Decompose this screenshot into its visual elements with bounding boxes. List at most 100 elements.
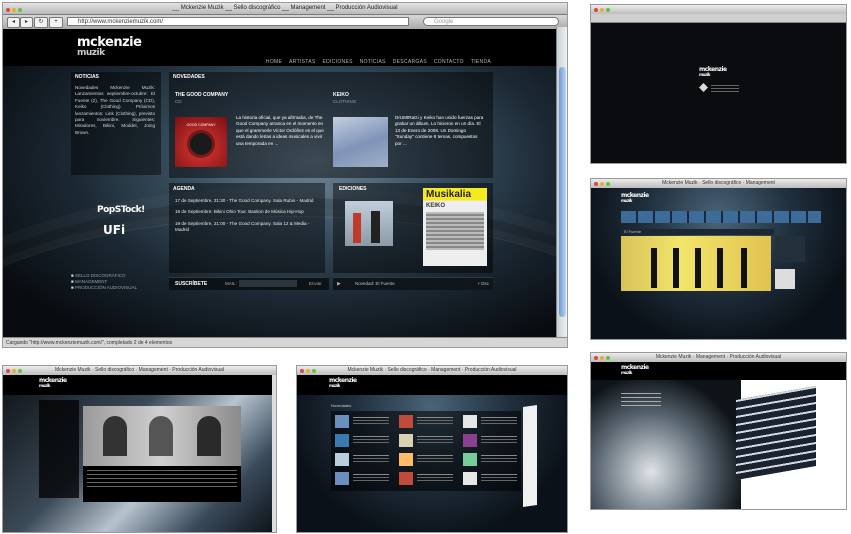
vinyl-disc-icon: [190, 133, 212, 155]
nav-item-home[interactable]: HOME: [266, 59, 282, 65]
zoom-icon[interactable]: [18, 8, 22, 12]
subscribe-label: SUSCRÍBETE: [175, 281, 208, 287]
scrollbar[interactable]: [556, 27, 567, 338]
thumb-player-window[interactable]: Mckenzie Muzik · Sello discográfico · Ma…: [590, 178, 847, 340]
minimize-icon[interactable]: [12, 8, 16, 12]
release-thumb[interactable]: [335, 415, 389, 428]
side-link-label: MANAGEMENT: [74, 279, 108, 284]
nav-item-artistas[interactable]: ARTISTAS: [289, 59, 315, 65]
figure-1: [353, 213, 361, 243]
thumb-bw-photo[interactable]: [83, 406, 241, 466]
thumb-intro-window[interactable]: mckenzie muzik: [590, 4, 847, 164]
player-label: Novedad: El Fuente: [355, 281, 395, 286]
cover-2-sub: KEIKO: [426, 203, 446, 209]
release-thumb[interactable]: [463, 415, 517, 428]
thumb-logo: mckenzie muzik: [699, 66, 727, 78]
release-thumb-text: [417, 474, 453, 475]
novedad-1-cover[interactable]: GOOD COMPANY: [175, 117, 227, 167]
mail-label: MAIL:: [225, 281, 237, 286]
mail-input[interactable]: [239, 280, 297, 287]
release-thumb[interactable]: [399, 415, 453, 428]
nav-item-tienda[interactable]: TIENDA: [471, 59, 491, 65]
release-thumb[interactable]: [399, 453, 453, 466]
thumb-nav-tabs[interactable]: [621, 211, 821, 223]
release-thumb-text: [481, 474, 517, 475]
agenda-event[interactable]: 17 de Septiembre, 21:30 - The Good Compa…: [175, 198, 315, 204]
ediciones-header: EDICIONES: [339, 186, 367, 192]
release-thumb-text: [481, 417, 517, 418]
thumb-cube-window[interactable]: Mckenzie Muzik · Management · Producción…: [590, 352, 847, 510]
release-thumb-text: [417, 417, 453, 418]
thumb-menu-text[interactable]: [621, 393, 661, 394]
player-controls[interactable]: + Dsc: [477, 281, 489, 286]
thumb-artist-window[interactable]: Mckenzie Muzik · Sello discográfico · Ma…: [2, 365, 277, 533]
add-bookmark-button[interactable]: +: [49, 17, 63, 28]
ufi-logo[interactable]: UFi: [103, 223, 125, 237]
ediciones-player[interactable]: ▶ Novedad: El Fuente + Dsc: [333, 277, 493, 290]
close-icon[interactable]: [6, 8, 10, 12]
popstock-logo[interactable]: PopSTock!: [97, 205, 145, 215]
agenda-event[interactable]: 19 de Septiembre, 21:00 - The Good Compa…: [175, 221, 315, 234]
url-field[interactable]: http://www.mckenziemuzik.com/: [67, 17, 409, 26]
release-thumb-text: [481, 436, 517, 437]
thumb-logo: mckenzie muzik: [329, 377, 357, 389]
release-thumb[interactable]: [335, 453, 389, 466]
forward-button[interactable]: ▸: [20, 17, 33, 28]
thumb-release-grid[interactable]: [331, 411, 521, 491]
thumb-logo: mckenzie muzik: [621, 364, 649, 376]
agenda-event[interactable]: 18 de Septiembre: Bikini Ohio Tour. Bast…: [175, 209, 315, 215]
release-thumb-text: [353, 436, 389, 437]
thumb-qr-icon: [775, 269, 795, 289]
band-members: [651, 248, 657, 288]
release-thumb-text: [353, 417, 389, 418]
bio-lines: [87, 470, 237, 471]
release-thumb[interactable]: [463, 434, 517, 447]
subscribe-bar: SUSCRÍBETE MAIL: Enviar: [169, 277, 329, 290]
intro-menu-lines[interactable]: [711, 85, 739, 86]
cover-2-art: [426, 212, 484, 250]
thumb-bio-text: [83, 466, 241, 502]
release-thumb[interactable]: [463, 472, 517, 485]
novedad-2-title[interactable]: KEIKO: [333, 92, 349, 98]
send-button[interactable]: Enviar: [309, 281, 322, 286]
novedad-2-cover[interactable]: [333, 117, 388, 167]
thumb-band-photo[interactable]: [621, 236, 771, 291]
play-icon[interactable]: ▶: [337, 281, 341, 287]
release-thumb[interactable]: [335, 434, 389, 447]
cube-icon: [699, 83, 708, 92]
reload-button[interactable]: ↻: [34, 17, 48, 28]
thumb-toolbar: [591, 14, 846, 23]
thumb-sidebar[interactable]: [39, 400, 79, 498]
thumb-logo: mckenzie muzik: [621, 192, 649, 204]
release-thumb-text: [417, 455, 453, 456]
release-thumb[interactable]: [399, 472, 453, 485]
novedad-1-title[interactable]: THE GOOD COMPANY: [175, 92, 228, 98]
main-browser-window: __ Mckenzie Muzik __ Sello discográfico …: [2, 2, 568, 348]
search-placeholder: Google: [434, 19, 454, 25]
side-link[interactable]: ■ PRODUCCIÓN AUDIOVISUAL: [71, 285, 137, 291]
search-field[interactable]: Google: [423, 17, 559, 26]
thumb-grid-window[interactable]: Mckenzie Muzik · Sello discográfico · Ma…: [296, 365, 568, 533]
cover-2-label: Musikalia: [426, 189, 472, 200]
scroll-thumb[interactable]: [559, 67, 566, 317]
novedad-2-sub: CLOTHING: [333, 99, 357, 104]
main-nav: HOME ARTISTAS EDICIONES NOTICIAS DESCARGAS CO…: [259, 59, 491, 65]
edicion-cover-2[interactable]: Musikalia KEIKO: [423, 188, 487, 266]
back-button[interactable]: ◂: [7, 17, 20, 28]
nav-item-ediciones[interactable]: EDICIONES: [323, 59, 353, 65]
nav-item-descargas[interactable]: DESCARGAS: [393, 59, 427, 65]
release-thumb[interactable]: [463, 453, 517, 466]
logo-line-1: mckenzie: [77, 35, 142, 50]
release-thumb[interactable]: [335, 472, 389, 485]
edicion-cover-1[interactable]: [345, 201, 393, 246]
site-logo[interactable]: mckenzie muzik: [77, 35, 142, 59]
release-thumb-text: [353, 474, 389, 475]
nav-item-contacto[interactable]: CONTACTO: [434, 59, 464, 65]
release-thumb[interactable]: [399, 434, 453, 447]
thumb-card: [523, 405, 537, 507]
nav-item-noticias[interactable]: NOTICIAS: [360, 59, 386, 65]
release-thumb-text: [353, 455, 389, 456]
thumb-vinyl: [591, 380, 741, 509]
thumb-scrollbar[interactable]: [272, 375, 276, 532]
noticias-body: Novedades Mckenzie Muzik: Lanzamientos s…: [75, 85, 155, 135]
